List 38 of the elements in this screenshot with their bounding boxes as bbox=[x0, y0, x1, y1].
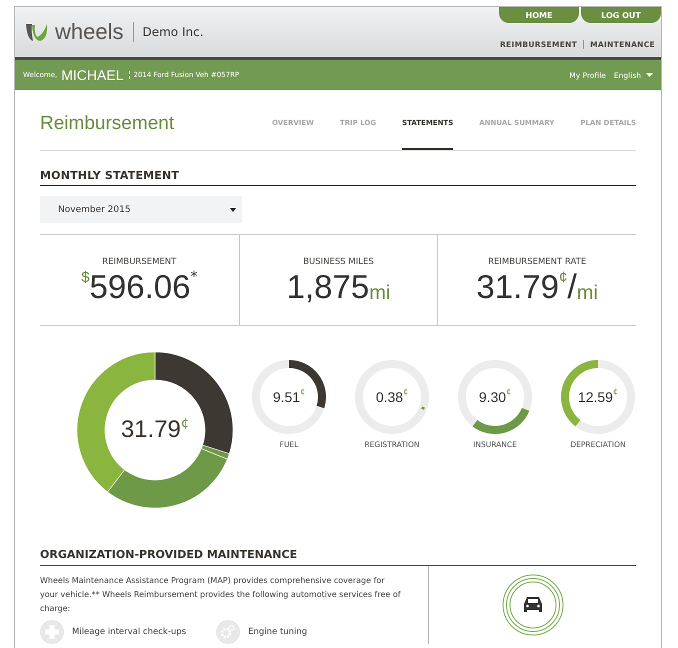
ring-value: 9.30 bbox=[478, 389, 506, 405]
ring-value: 9.51 bbox=[272, 389, 300, 405]
service-label: Engine tuning bbox=[248, 627, 308, 637]
section-heading: ORGANIZATION-PROVIDED MAINTENANCE bbox=[40, 544, 636, 566]
stat-label: REIMBURSEMENT bbox=[102, 257, 176, 267]
dropdown-arrow-icon bbox=[230, 208, 236, 212]
user-name: MICHAEL bbox=[61, 67, 124, 83]
ring-value: 0.38 bbox=[376, 389, 404, 405]
caret-icon bbox=[646, 73, 653, 77]
stat-value: 1,875 bbox=[286, 269, 370, 305]
unit-label: ¢ bbox=[180, 416, 190, 431]
unit-label: ¢ bbox=[300, 387, 306, 396]
description-text: Wheels Maintenance Assistance Program (MAP) provides comprehensive coverage for your vehicle.** Wheels Reimbursement provides the following automotive services free of charge: bbox=[40, 575, 402, 615]
header-button[interactable]: LOG OUT bbox=[581, 7, 661, 23]
car-badge-icon bbox=[502, 574, 564, 636]
slash-mark: / bbox=[567, 269, 577, 305]
section-heading: MONTHLY STATEMENT bbox=[40, 151, 636, 186]
logo-text: wheels bbox=[55, 19, 124, 45]
unit-label: mi bbox=[369, 282, 390, 305]
unit-label: mi bbox=[576, 282, 598, 305]
unit-label: ¢ bbox=[612, 387, 618, 396]
unit-label: ¢ bbox=[403, 387, 408, 396]
logo-icon bbox=[23, 21, 49, 43]
page-title: Reimbursement bbox=[40, 113, 174, 135]
footnote-mark: * bbox=[190, 269, 198, 285]
currency-symbol: ¢ bbox=[559, 269, 568, 286]
stat-value: 31.79 bbox=[476, 269, 559, 305]
header-button[interactable]: HOME bbox=[499, 7, 579, 23]
total-value: 31.79 bbox=[120, 416, 181, 444]
unit-label: ¢ bbox=[506, 387, 512, 396]
currency-symbol: $ bbox=[81, 269, 90, 286]
stat-label: BUSINESS MILES bbox=[303, 257, 374, 267]
company-name: Demo Inc. bbox=[133, 22, 204, 42]
stat-label: REIMBURSEMENT RATE bbox=[488, 257, 586, 267]
service-label: Mileage interval check-ups bbox=[72, 627, 186, 637]
stat-value: 596.06 bbox=[90, 269, 190, 305]
month-dropdown[interactable]: November 2015 bbox=[40, 196, 242, 223]
ring-value: 12.59 bbox=[578, 389, 613, 405]
